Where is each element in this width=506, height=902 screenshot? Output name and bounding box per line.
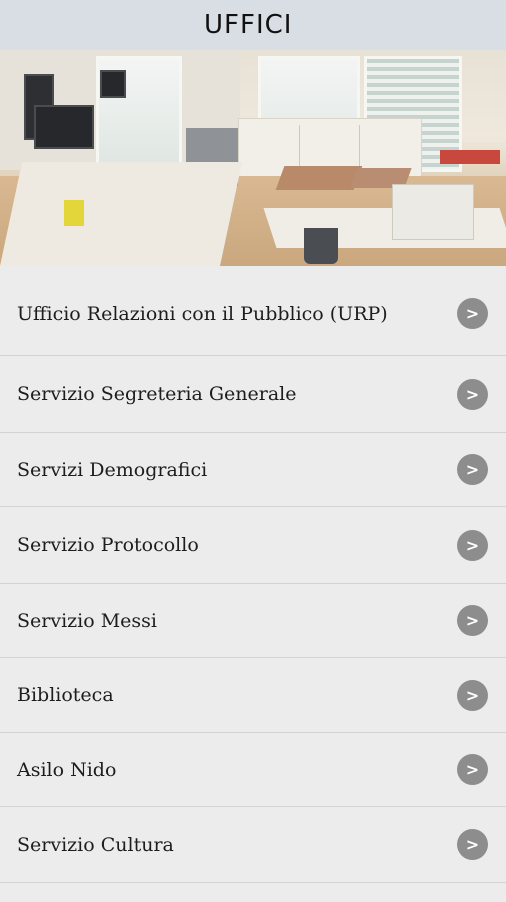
list-item-label: Asilo Nido	[17, 758, 117, 781]
list-item-servizi-demografici[interactable]: Servizi Demografici >	[0, 432, 506, 506]
chevron-right-icon[interactable]: >	[457, 605, 488, 636]
list-item-label: Servizio Segreteria Generale	[17, 383, 297, 405]
list-item-asilo-nido[interactable]: Asilo Nido >	[0, 732, 506, 806]
list-item-segreteria-generale[interactable]: Servizio Segreteria Generale >	[0, 355, 506, 432]
chevron-right-icon[interactable]: >	[457, 679, 488, 711]
chevron-right-icon[interactable]: >	[457, 454, 488, 485]
list-item-cultura[interactable]: Servizio Cultura >	[0, 806, 506, 882]
list-item-label: Servizio Cultura	[17, 833, 174, 856]
list-item-label: Servizi Demografici	[17, 458, 208, 481]
app-header: UFFICI	[0, 0, 506, 50]
list-item-protocollo[interactable]: Servizio Protocollo >	[0, 506, 506, 583]
list-item-partial	[0, 882, 506, 902]
list-item-label: Servizio Messi	[17, 609, 157, 632]
list-item-label: Ufficio Relazioni con il Pubblico (URP)	[17, 302, 388, 325]
list-item-urp[interactable]: Ufficio Relazioni con il Pubblico (URP) …	[0, 272, 506, 355]
list-item-label: Biblioteca	[17, 684, 114, 706]
chevron-right-icon[interactable]: >	[457, 378, 488, 410]
list-item-label: Servizio Protocollo	[17, 534, 199, 556]
hero-office-photo	[0, 50, 506, 266]
chevron-right-icon[interactable]: >	[457, 529, 488, 561]
page-title: UFFICI	[204, 10, 293, 40]
list-item-messi[interactable]: Servizio Messi >	[0, 583, 506, 657]
chevron-right-icon[interactable]: >	[457, 754, 488, 785]
offices-list: Ufficio Relazioni con il Pubblico (URP) …	[0, 272, 506, 902]
chevron-right-icon[interactable]: >	[457, 829, 488, 860]
list-item-biblioteca[interactable]: Biblioteca >	[0, 657, 506, 732]
chevron-right-icon[interactable]: >	[457, 298, 488, 329]
